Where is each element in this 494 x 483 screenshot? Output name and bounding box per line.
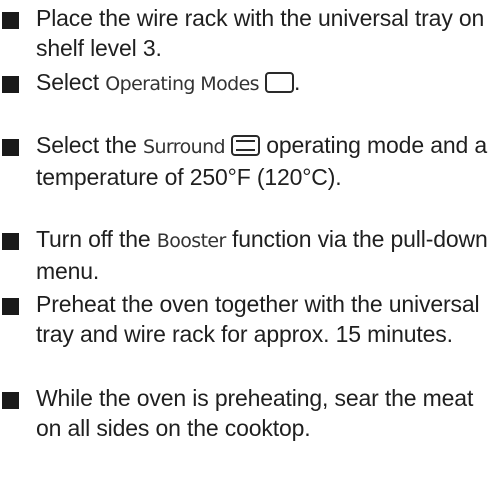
step-text: Preheat the oven together with the unive… (36, 291, 480, 347)
square-bullet-icon (2, 139, 19, 156)
square-bullet-icon (2, 233, 19, 250)
step-select-operating-modes: Select Operating Modes. (0, 68, 494, 100)
ui-label-booster: Booster (156, 230, 227, 252)
square-bullet-icon (2, 76, 19, 93)
square-bullet-icon (2, 298, 19, 315)
step-turn-off-booster: Turn off the Booster function via the pu… (0, 225, 494, 286)
step-place-wire-rack: Place the wire rack with the universal t… (0, 4, 494, 63)
step-text: While the oven is preheating, sear the m… (36, 385, 474, 441)
step-text-before: Select (36, 69, 106, 95)
step-text-before: Turn off the (36, 226, 157, 252)
top-heat-line (235, 140, 255, 142)
operating-modes-icon (264, 72, 294, 93)
step-select-surround-mode: Select the Surround operating mode and a… (0, 131, 494, 192)
step-text: Place the wire rack with the universal t… (36, 5, 485, 61)
square-bullet-icon (2, 12, 19, 29)
square-bullet-icon (2, 392, 19, 409)
ui-label-operating-modes: Operating Modes (105, 73, 259, 95)
ui-label-surround: Surround (143, 136, 226, 158)
step-text-before: Select the (36, 132, 144, 158)
surround-heat-icon (230, 135, 260, 156)
step-sear-meat: While the oven is preheating, sear the m… (0, 384, 494, 443)
bottom-heat-line (235, 149, 255, 151)
step-preheat-oven: Preheat the oven together with the unive… (0, 290, 494, 349)
step-text-after: . (293, 69, 301, 95)
